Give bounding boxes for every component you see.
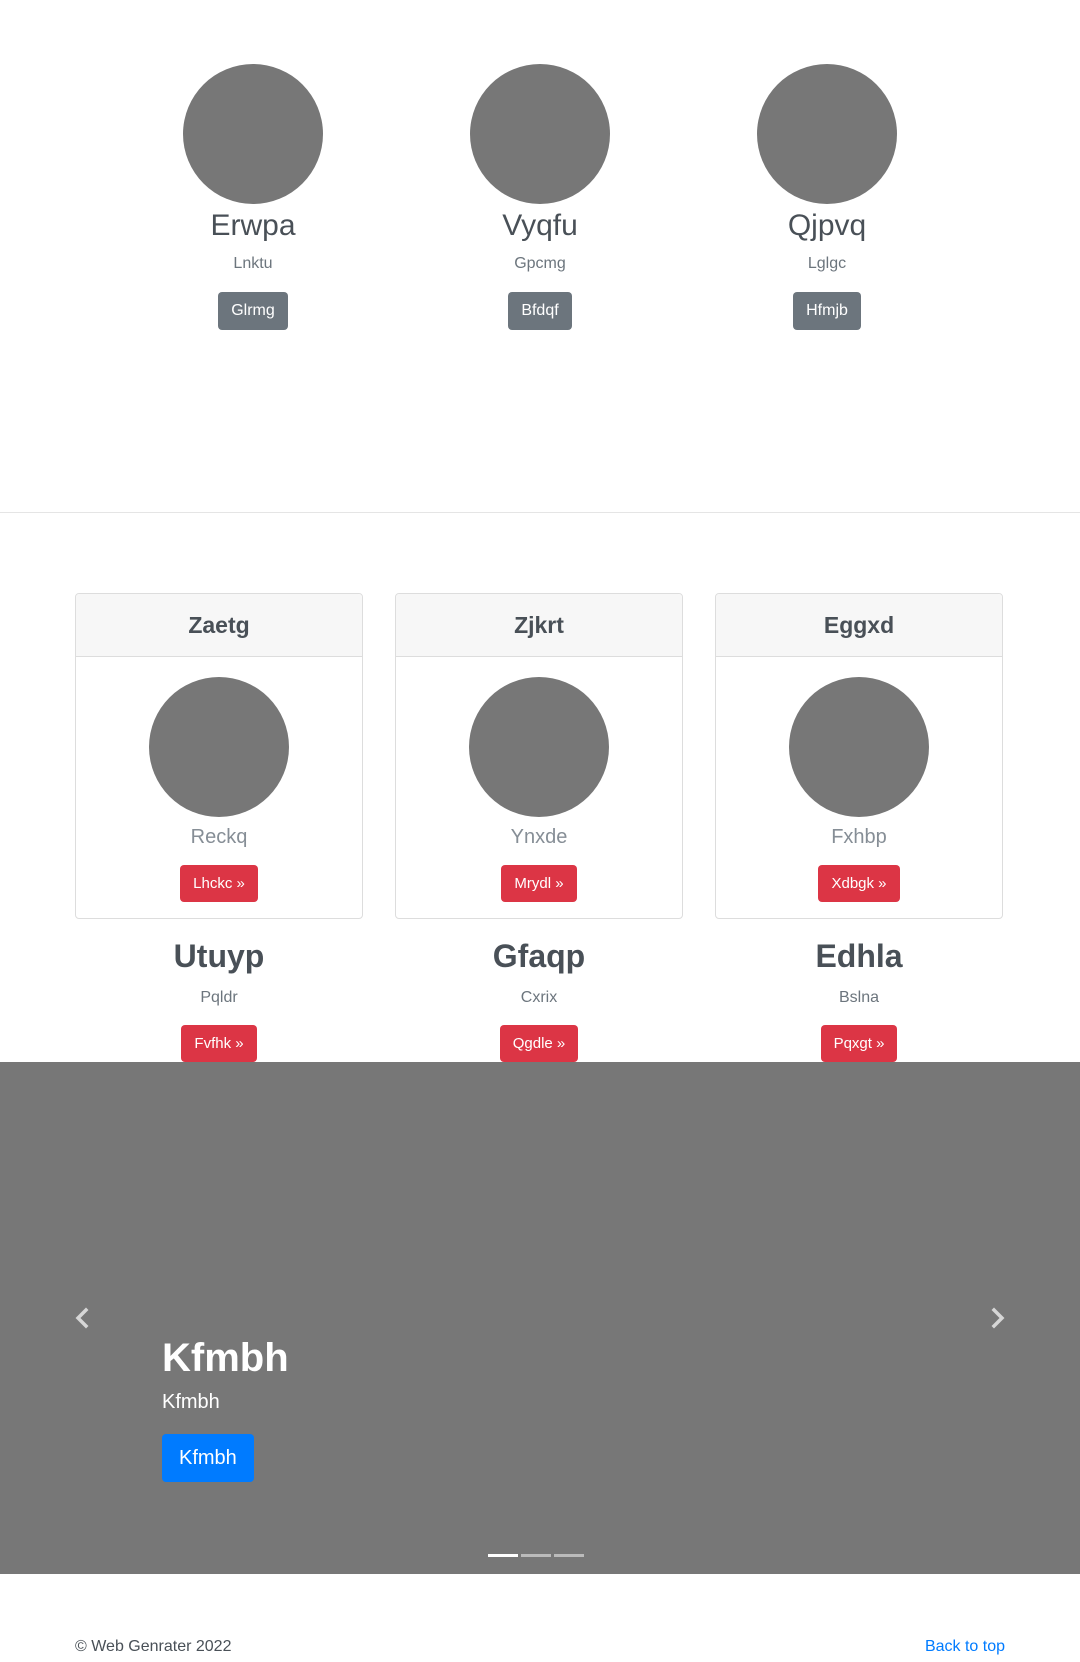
avatar	[183, 64, 323, 204]
card-subtitle: Reckq	[190, 826, 248, 848]
section-divider	[0, 512, 1080, 513]
feature-title: Gfaqp	[492, 938, 586, 974]
card-button[interactable]: Lhckc »	[180, 865, 258, 902]
team-member: Erwpa Lnktu Glrmg	[133, 64, 373, 330]
card-subtitle: Fxhbp	[831, 826, 887, 848]
card-body: Reckq Lhckc »	[76, 657, 362, 902]
card-image	[469, 677, 609, 817]
member-button[interactable]: Glrmg	[218, 292, 288, 330]
carousel-indicator[interactable]	[554, 1554, 584, 1557]
feature-text: Pqldr	[200, 989, 238, 1006]
back-to-top-link[interactable]: Back to top	[925, 1638, 1005, 1656]
carousel-text: Kfmbh	[162, 1391, 220, 1413]
team-section: Erwpa Lnktu Glrmg Vyqfu Gpcmg Bfdqf Qjpv…	[0, 0, 1080, 512]
team-member: Vyqfu Gpcmg Bfdqf	[420, 64, 660, 330]
member-button[interactable]: Hfmjb	[793, 292, 861, 330]
footer: © Web Genrater 2022 Back to top	[0, 1574, 1080, 1662]
carousel: Kfmbh Kfmbh Kfmbh	[0, 1062, 1080, 1574]
feature-column: Gfaqp Cxrix Qgdle »	[395, 936, 683, 1062]
card: Eggxd Fxhbp Xdbgk »	[715, 593, 1003, 919]
card-button[interactable]: Mrydl »	[501, 865, 577, 902]
card-image	[789, 677, 929, 817]
member-name: Qjpvq	[787, 209, 867, 242]
carousel-caption: Kfmbh Kfmbh Kfmbh	[162, 1334, 289, 1482]
member-button[interactable]: Bfdqf	[508, 292, 572, 330]
card: Zaetg Reckq Lhckc »	[75, 593, 363, 919]
chevron-left-icon	[62, 1298, 102, 1338]
card-subtitle: Ynxde	[510, 826, 568, 848]
carousel-button[interactable]: Kfmbh	[162, 1434, 254, 1482]
feature-title: Edhla	[815, 938, 903, 974]
member-role: Lnktu	[233, 255, 273, 272]
team-member: Qjpvq Lglgc Hfmjb	[707, 64, 947, 330]
card-header: Zjkrt	[396, 594, 682, 657]
carousel-next-button[interactable]	[978, 1298, 1018, 1338]
card: Zjkrt Ynxde Mrydl »	[395, 593, 683, 919]
carousel-indicator[interactable]	[521, 1554, 551, 1557]
card-image	[149, 677, 289, 817]
carousel-title: Kfmbh	[162, 1336, 289, 1380]
feature-button[interactable]: Qgdle »	[499, 1025, 579, 1062]
member-role: Gpcmg	[514, 255, 566, 272]
copyright-text: © Web Genrater 2022	[75, 1638, 232, 1655]
card-body: Ynxde Mrydl »	[396, 657, 682, 902]
feature-button[interactable]: Fvfhk »	[181, 1025, 257, 1062]
feature-column: Utuyp Pqldr Fvfhk »	[75, 936, 363, 1062]
carousel-indicator[interactable]	[488, 1554, 518, 1557]
feature-column: Edhla Bslna Pqxgt »	[715, 936, 1003, 1062]
carousel-prev-button[interactable]	[62, 1298, 102, 1338]
member-name: Vyqfu	[502, 209, 578, 242]
avatar	[470, 64, 610, 204]
card-body: Fxhbp Xdbgk »	[716, 657, 1002, 902]
feature-button[interactable]: Pqxgt »	[820, 1025, 898, 1062]
feature-text: Cxrix	[520, 989, 558, 1006]
card-button[interactable]: Xdbgk »	[818, 865, 900, 902]
member-role: Lglgc	[807, 255, 847, 272]
avatar	[757, 64, 897, 204]
feature-text: Bslna	[838, 989, 880, 1006]
card-header: Zaetg	[76, 594, 362, 657]
card-header: Eggxd	[716, 594, 1002, 657]
chevron-right-icon	[978, 1298, 1018, 1338]
feature-title: Utuyp	[173, 938, 265, 974]
member-name: Erwpa	[210, 209, 296, 242]
carousel-indicators	[488, 1544, 587, 1562]
